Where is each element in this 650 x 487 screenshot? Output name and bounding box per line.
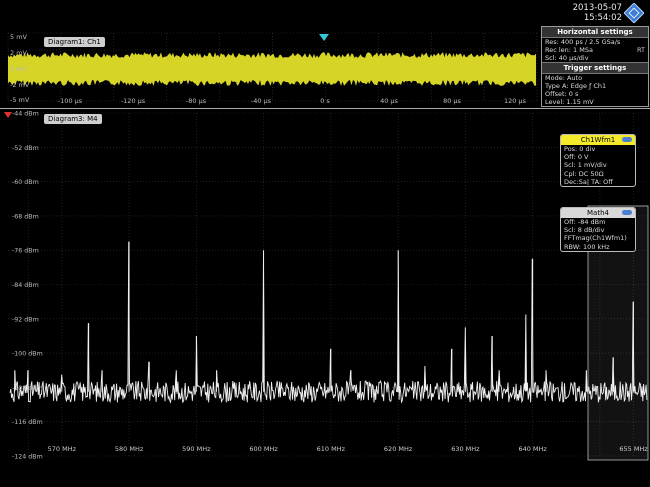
y-tick-label: -84 dBm <box>12 282 39 289</box>
diagram3-grid <box>8 112 647 457</box>
y-tick-label: -92 dBm <box>12 316 39 323</box>
y-tick-label: -100 dBm <box>12 351 43 358</box>
diagram3-label[interactable]: Diagram3: M4 <box>44 114 102 124</box>
y-tick-label: -5 mV <box>10 96 30 104</box>
horizontal-setting-row: Scl: 40 µs/div <box>545 54 589 62</box>
horizontal-settings-title[interactable]: Horizontal settings <box>542 27 648 38</box>
reference-level-marker[interactable] <box>4 112 12 118</box>
ch1-setting-row: Cpl: DC 50Ω <box>564 169 604 178</box>
ch1-setting-row: Pos: 0 div <box>564 145 596 153</box>
math4-box[interactable]: Math4 Off: -84 dBm Scl: 8 dB/div FFTmag(… <box>560 207 636 252</box>
trigger-settings-title[interactable]: Trigger settings <box>542 62 648 74</box>
x-tick-label: 0 s <box>320 97 330 105</box>
date-text: 2013-05-07 <box>572 3 622 13</box>
ch1-setting-row: Off: 0 V <box>564 153 589 162</box>
trigger-setting-row: Offset: 0 s <box>545 90 579 98</box>
time-domain-trace <box>8 52 536 86</box>
ch1-waveform-box[interactable]: Ch1Wfm1 Pos: 0 div Off: 0 V Scl: 1 mV/di… <box>560 134 636 188</box>
x-tick-label: -120 µs <box>121 97 146 105</box>
math4-setting-row: Off: -84 dBm <box>564 218 606 226</box>
x-tick-label: 570 MHz <box>48 445 77 453</box>
trigger-setting-row: Type A: Edge ƒ Ch1 <box>545 82 607 90</box>
rt-badge: RT <box>636 46 645 54</box>
y-tick-label: 5 mV <box>10 33 28 41</box>
datetime-display: 2013-05-07 15:54:02 <box>548 3 622 23</box>
y-tick-label: -2 mV <box>10 81 30 89</box>
horizontal-setting-row: Rec len: 1 MSa <box>545 46 593 54</box>
ch1-setting-row: Dec:Sa| TA: Off <box>564 177 613 186</box>
diagram1-label[interactable]: Diagram1: Ch1 <box>44 37 105 47</box>
x-tick-label: 640 MHz <box>518 445 547 453</box>
y-tick-label: 2 mV <box>10 49 28 57</box>
diagram1-y-ticks: 5 mV 2 mV 0 mV -2 mV -5 mV <box>10 33 30 104</box>
trigger-position-marker[interactable] <box>319 34 329 41</box>
diagram3-y-ticks: -44 dBm -52 dBm -60 dBm -68 dBm -76 dBm -84 d… <box>12 111 43 461</box>
x-tick-label: 630 MHz <box>451 445 480 453</box>
horizontal-setting-row: Res: 400 ps / 2.5 GSa/s <box>545 38 621 46</box>
math4-toggle-icon[interactable] <box>622 210 632 215</box>
x-tick-label: -80 µs <box>186 97 207 105</box>
trigger-setting-row: Mode: Auto <box>545 74 583 82</box>
y-tick-label: 0 mV <box>10 65 28 73</box>
math4-setting-row: RBW: 100 kHz <box>564 242 610 251</box>
y-tick-label: -76 dBm <box>12 248 39 255</box>
math4-setting-row: FFTmag(Ch1Wfm1) <box>564 234 627 243</box>
x-tick-label: 610 MHz <box>317 445 346 453</box>
y-tick-label: -60 dBm <box>12 179 39 186</box>
x-tick-label: 620 MHz <box>384 445 413 453</box>
y-tick-label: -52 dBm <box>12 145 39 152</box>
trigger-setting-row: Level: 1.15 mV <box>545 98 594 106</box>
y-tick-label: -68 dBm <box>12 213 39 220</box>
x-tick-label: 590 MHz <box>182 445 211 453</box>
y-tick-label: -124 dBm <box>12 454 43 461</box>
settings-panel[interactable]: Horizontal settings Res: 400 ps / 2.5 GS… <box>541 26 649 107</box>
math4-setting-row: Scl: 8 dB/div <box>564 226 605 235</box>
spectrum-trace <box>9 241 648 404</box>
x-tick-label: 80 µs <box>443 97 461 105</box>
time-text: 15:54:02 <box>583 13 622 23</box>
x-tick-label: -40 µs <box>251 97 272 105</box>
x-tick-label: 600 MHz <box>249 445 278 453</box>
rs-logo-icon <box>624 3 644 23</box>
diagram1-x-ticks: -100 µs -120 µs -80 µs -40 µs 0 s 40 µs 80 µs 1… <box>58 97 527 105</box>
x-tick-label: -100 µs <box>58 97 83 105</box>
y-tick-label: -116 dBm <box>12 419 43 426</box>
ch1-setting-row: Scl: 1 mV/div <box>564 161 607 170</box>
x-tick-label: 580 MHz <box>115 445 144 453</box>
diagram3-x-ticks: 570 MHz 580 MHz 590 MHz 600 MHz 610 MHz 620 M… <box>48 445 649 453</box>
x-tick-label: 40 µs <box>380 97 398 105</box>
y-tick-label: -108 dBm <box>12 385 43 392</box>
x-tick-label: 120 µs <box>504 97 527 105</box>
y-tick-label: -44 dBm <box>12 111 39 118</box>
ch1-toggle-icon[interactable] <box>622 137 632 142</box>
